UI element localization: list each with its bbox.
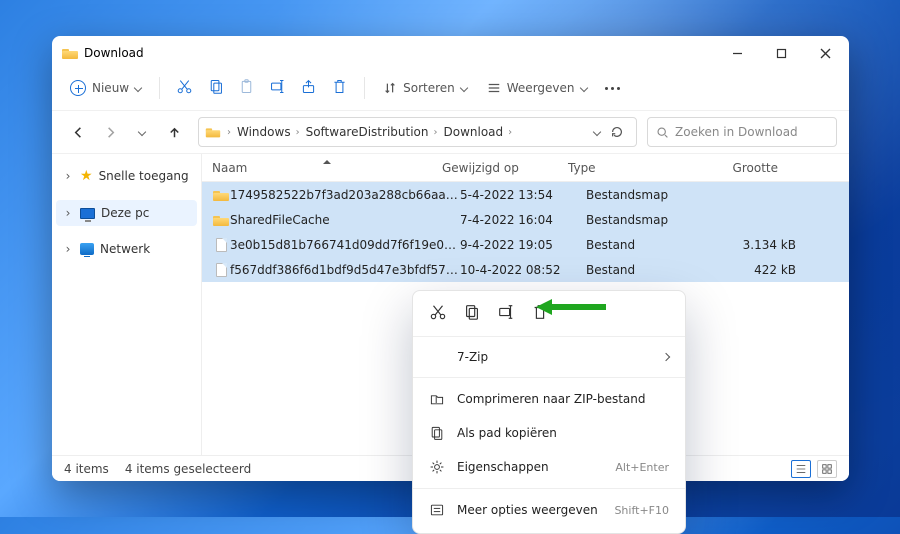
breadcrumb-item: Download› — [443, 125, 512, 139]
context-copy-path[interactable]: Als pad kopiëren — [413, 416, 685, 450]
recent-button[interactable] — [128, 118, 156, 146]
sort-label: Sorteren — [403, 81, 455, 95]
navbar: › Windows› SoftwareDistribution› Downloa… — [52, 110, 849, 154]
copy-icon[interactable] — [207, 78, 224, 98]
sidebar-item-network[interactable]: › Netwerk — [56, 236, 197, 262]
delete-icon[interactable] — [331, 78, 348, 98]
plus-circle-icon — [70, 80, 86, 96]
col-name: Naam — [212, 161, 442, 175]
minimize-button[interactable] — [715, 36, 759, 70]
status-count: 4 items — [64, 462, 109, 476]
context-properties[interactable]: Eigenschappen Alt+Enter — [413, 450, 685, 484]
context-cut-icon[interactable] — [429, 303, 447, 324]
network-icon — [80, 243, 94, 255]
search-icon — [656, 126, 669, 139]
folder-icon — [213, 189, 229, 201]
sidebar-item-quick-access[interactable]: ›★ Snelle toegang — [56, 162, 197, 190]
sidebar: ›★ Snelle toegang › Deze pc › Netwerk — [52, 154, 202, 455]
col-size[interactable]: Grootte — [694, 161, 794, 175]
maximize-button[interactable] — [759, 36, 803, 70]
context-delete-icon[interactable] — [531, 303, 549, 324]
copy-path-icon — [429, 425, 445, 441]
zip-icon — [429, 391, 445, 407]
search-input[interactable]: Zoeken in Download — [647, 117, 837, 147]
paste-icon[interactable] — [238, 78, 255, 98]
star-icon: ★ — [80, 168, 93, 184]
new-label: Nieuw — [92, 81, 129, 95]
back-button[interactable] — [64, 118, 92, 146]
chevron-right-icon — [662, 353, 670, 361]
refresh-icon[interactable] — [610, 125, 624, 139]
more-options-icon — [429, 502, 445, 518]
chevron-down-icon — [134, 84, 142, 92]
table-row[interactable]: 3e0b15d81b766741d09dd7f6f19e044db3625c29… — [202, 232, 849, 257]
monitor-icon — [80, 208, 95, 219]
column-headers[interactable]: Naam Gewijzigd op Type Grootte — [202, 154, 849, 182]
details-view-button[interactable] — [791, 460, 811, 478]
file-icon — [216, 263, 227, 277]
titlebar: Download — [52, 36, 849, 70]
col-type[interactable]: Type — [568, 161, 694, 175]
breadcrumb-item: Windows› — [237, 125, 300, 139]
grid-view-button[interactable] — [817, 460, 837, 478]
sidebar-item-this-pc[interactable]: › Deze pc — [56, 200, 197, 226]
view-button[interactable]: Weergeven — [479, 75, 595, 101]
sort-button[interactable]: Sorteren — [375, 75, 475, 101]
folder-icon — [62, 47, 78, 59]
col-modified[interactable]: Gewijzigd op — [442, 161, 568, 175]
chevron-down-icon — [579, 84, 587, 92]
properties-icon — [429, 459, 445, 475]
toolbar: Nieuw Sorteren Weergeven — [52, 70, 849, 110]
window-title: Download — [84, 46, 144, 60]
new-button[interactable]: Nieuw — [62, 74, 149, 102]
folder-icon — [213, 214, 229, 226]
breadcrumb-item: SoftwareDistribution› — [306, 125, 438, 139]
status-selected: 4 items geselecteerd — [125, 462, 251, 476]
cut-icon[interactable] — [176, 78, 193, 98]
share-icon[interactable] — [300, 78, 317, 98]
search-placeholder: Zoeken in Download — [675, 125, 798, 139]
breadcrumb[interactable]: › Windows› SoftwareDistribution› Downloa… — [198, 117, 637, 147]
file-icon — [216, 238, 227, 252]
table-row[interactable]: 1749582522b7f3ad203a288cb66aad6b 5-4-202… — [202, 182, 849, 207]
rename-icon[interactable] — [269, 78, 286, 98]
context-more-options[interactable]: Meer opties weergeven Shift+F10 — [413, 493, 685, 527]
table-row[interactable]: SharedFileCache 7-4-2022 16:04 Bestandsm… — [202, 207, 849, 232]
context-copy-icon[interactable] — [463, 303, 481, 324]
table-row[interactable]: f567ddf386f6d1bdf9d5d47e3bfdf57e23bba837… — [202, 257, 849, 282]
close-button[interactable] — [803, 36, 847, 70]
more-button[interactable] — [599, 81, 626, 96]
context-7zip[interactable]: 7-Zip — [413, 341, 685, 373]
context-rename-icon[interactable] — [497, 303, 515, 324]
context-menu: 7-Zip Comprimeren naar ZIP-bestand Als p… — [412, 290, 686, 534]
chevron-down-icon[interactable] — [593, 128, 601, 136]
forward-button[interactable] — [96, 118, 124, 146]
up-button[interactable] — [160, 118, 188, 146]
chevron-down-icon — [460, 84, 468, 92]
context-compress[interactable]: Comprimeren naar ZIP-bestand — [413, 382, 685, 416]
view-label: Weergeven — [507, 81, 575, 95]
folder-icon — [206, 127, 220, 138]
